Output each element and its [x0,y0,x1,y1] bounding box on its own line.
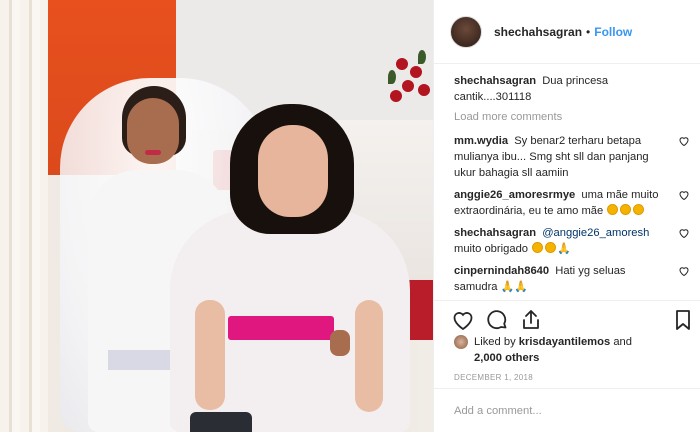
likes-prefix: Liked by [474,336,516,348]
comment-username[interactable]: shechahsagran [454,227,536,239]
bookmark-icon[interactable] [671,308,695,332]
separator-dot: • [586,24,591,39]
comment-item: cinpernindah8640 Hati yg seluas samudra … [454,263,689,294]
rose-bouquet [382,40,433,120]
girl-sash [228,316,334,340]
comment-mention[interactable]: @anggie26_amoresh [542,227,649,239]
pray-emoji-icon: 🙏 [557,243,571,255]
comment-icon[interactable] [485,308,509,332]
girl-arm-left [195,300,225,410]
add-comment-input[interactable] [454,404,674,417]
comment-username[interactable]: cinpernindah8640 [454,265,549,277]
comment-like-heart-icon[interactable] [678,265,690,277]
follow-button[interactable]: Follow [594,25,632,39]
avatar[interactable] [450,15,482,48]
woman-hand [330,330,350,356]
emoji-icon [633,204,645,215]
caption: shechahsagran Dua princesa cantik....301… [454,73,684,105]
liker-avatar[interactable] [454,335,468,349]
comment-like-heart-icon[interactable] [678,227,690,239]
dark-object [190,412,252,432]
likes-text: Liked by krisdayantilemos and 2,000 othe… [474,334,632,366]
emoji-icon [545,242,557,253]
emoji-icon [607,204,619,215]
curtain [0,0,48,432]
comment-item: shechahsagran @anggie26_amoresh muito ob… [454,225,689,257]
girl-face [258,125,328,217]
post-date[interactable]: DECEMBER 1, 2018 [454,373,533,382]
comment-username[interactable]: anggie26_amoresrmye [454,189,575,201]
emoji-icon [620,204,632,215]
comment-item: mm.wydia Sy benar2 terharu betapa mulian… [454,133,689,181]
likes-summary: Liked by krisdayantilemos and 2,000 othe… [454,334,632,366]
header-username[interactable]: shechahsagran [494,25,582,39]
action-bar [434,300,700,338]
add-comment-bar [434,388,700,432]
girl-arm-right [355,300,383,412]
woman-lips [145,150,161,155]
comment-text: muito obrigado [454,243,529,255]
heart-icon[interactable] [451,308,475,332]
post-photo[interactable] [0,0,433,432]
comment-item: anggie26_amoresrmye uma mãe muito extrao… [454,187,689,219]
likes-and: and [613,336,632,348]
post-header: shechahsagran • Follow [434,0,700,64]
pray-emoji-icon: 🙏 [514,281,529,293]
load-more-comments-button[interactable]: Load more comments [454,111,684,123]
post-sidebar: shechahsagran • Follow shechahsagran Dua… [433,0,700,432]
caption-username[interactable]: shechahsagran [454,75,536,87]
emoji-icon [532,242,544,253]
comments-list: shechahsagran Dua princesa cantik....301… [434,64,700,294]
likes-others-link[interactable]: 2,000 others [474,352,539,364]
comment-like-heart-icon[interactable] [678,189,690,201]
share-icon[interactable] [519,308,543,332]
comment-like-heart-icon[interactable] [678,135,690,147]
liker-username[interactable]: krisdayantilemos [519,336,610,348]
comment-username[interactable]: mm.wydia [454,135,508,147]
pray-emoji-icon: 🙏 [500,281,515,293]
